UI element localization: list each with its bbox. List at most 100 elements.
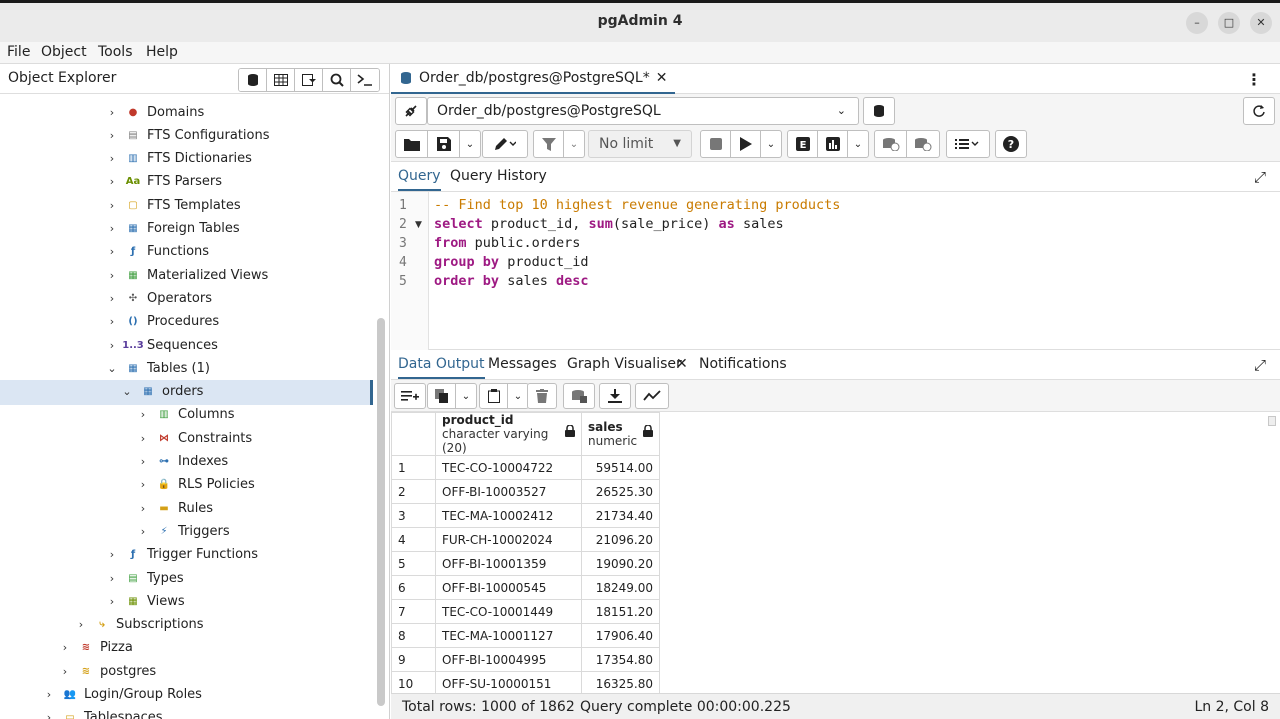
delete-icon[interactable] xyxy=(528,384,556,408)
chevron-right-icon[interactable]: › xyxy=(105,292,119,305)
open-file-icon[interactable] xyxy=(396,131,428,157)
tree-item[interactable]: › 👥 Login/Group Roles xyxy=(42,684,202,706)
tab-data-output[interactable]: Data Output xyxy=(398,350,485,379)
add-row-icon[interactable] xyxy=(395,384,425,408)
explain-options-chevron-icon[interactable]: ⌄ xyxy=(848,131,868,157)
sales-cell[interactable]: 21734.40 xyxy=(581,503,660,528)
chevron-right-icon[interactable]: › xyxy=(136,502,150,515)
tree-item[interactable]: › ⚡ Triggers xyxy=(136,520,230,542)
table-row[interactable]: 1 TEC-CO-10004722 59514.00 xyxy=(391,455,660,480)
psql-terminal-icon[interactable] xyxy=(351,69,379,91)
chevron-right-icon[interactable]: › xyxy=(136,478,150,491)
save-options-chevron-icon[interactable]: ⌄ xyxy=(460,131,480,157)
filter-icon[interactable] xyxy=(534,131,564,157)
explain-icon[interactable]: E xyxy=(788,131,818,157)
chevron-right-icon[interactable]: › xyxy=(42,688,56,701)
sales-cell[interactable]: 17354.80 xyxy=(581,647,660,672)
product-id-cell[interactable]: OFF-BI-10000545 xyxy=(435,575,582,600)
tree-item[interactable]: › ▥ FTS Dictionaries xyxy=(105,148,252,170)
chevron-down-icon[interactable]: ⌄ xyxy=(120,385,134,398)
table-row[interactable]: 3 TEC-MA-10002412 21734.40 xyxy=(391,503,660,528)
tree-item[interactable]: › ⋈ Constraints xyxy=(136,427,252,449)
graph-visualiser-icon[interactable] xyxy=(636,384,668,408)
chevron-right-icon[interactable]: › xyxy=(105,548,119,561)
paste-options-chevron-icon[interactable]: ⌄ xyxy=(508,384,528,408)
row-number-header[interactable] xyxy=(391,412,436,456)
tree-item[interactable]: › 🔒 RLS Policies xyxy=(136,474,255,496)
sales-cell[interactable]: 21096.20 xyxy=(581,527,660,552)
macros-icon[interactable] xyxy=(947,131,989,157)
row-number-cell[interactable]: 4 xyxy=(391,527,436,552)
product-id-cell[interactable]: OFF-BI-10004995 xyxy=(435,647,582,672)
row-number-cell[interactable]: 10 xyxy=(391,671,436,693)
table-row[interactable]: 8 TEC-MA-10001127 17906.40 xyxy=(391,623,660,648)
tab-query[interactable]: Query xyxy=(398,162,441,191)
download-icon[interactable] xyxy=(600,384,630,408)
tree-item[interactable]: › 1..3 Sequences xyxy=(105,334,218,356)
explain-analyze-icon[interactable] xyxy=(818,131,848,157)
search-icon[interactable] xyxy=(323,69,351,91)
tree-item[interactable]: › ▥ Columns xyxy=(136,404,235,426)
chevron-right-icon[interactable]: › xyxy=(58,665,72,678)
product-id-cell[interactable]: TEC-MA-10002412 xyxy=(435,503,582,528)
table-row[interactable]: 6 OFF-BI-10000545 18249.00 xyxy=(391,575,660,600)
rollback-icon[interactable] xyxy=(907,131,939,157)
tree-item[interactable]: › ▤ FTS Configurations xyxy=(105,124,270,146)
row-limit-select[interactable]: No limit ▼ xyxy=(588,130,692,158)
tree-item[interactable]: › ● Domains xyxy=(105,101,204,123)
chevron-right-icon[interactable]: › xyxy=(105,175,119,188)
more-options-icon[interactable]: ⋮ xyxy=(1246,70,1262,89)
grid-scrollbar[interactable] xyxy=(1268,416,1276,426)
menu-file[interactable]: File xyxy=(7,44,30,60)
chevron-right-icon[interactable]: › xyxy=(105,222,119,235)
chevron-down-icon[interactable]: ⌄ xyxy=(105,362,119,375)
connection-select[interactable]: Order_db/postgres@PostgreSQL ⌄ xyxy=(427,97,859,125)
chevron-right-icon[interactable]: › xyxy=(74,618,88,631)
close-graph-tab-icon[interactable]: ✕ xyxy=(676,350,688,379)
product-id-cell[interactable]: TEC-CO-10001449 xyxy=(435,599,582,624)
tab-graph-visualiser[interactable]: Graph Visualiser xyxy=(567,350,682,379)
tree-item[interactable]: › () Procedures xyxy=(105,311,219,333)
maximize-output-icon[interactable]: ⤢ xyxy=(1254,356,1266,374)
tree-item[interactable]: › ▤ Types xyxy=(105,567,184,589)
tree-item[interactable]: › ⊶ Indexes xyxy=(136,451,228,473)
tree-item[interactable]: › ▦ Views xyxy=(105,590,185,612)
tree-item[interactable]: › ▭ Tablespaces xyxy=(42,707,163,719)
row-number-cell[interactable]: 1 xyxy=(391,455,436,480)
tree-item[interactable]: › ▦ Materialized Views xyxy=(105,264,268,286)
new-connection-icon[interactable] xyxy=(863,97,895,125)
help-icon[interactable]: ? xyxy=(996,131,1026,157)
execute-options-chevron-icon[interactable]: ⌄ xyxy=(761,131,781,157)
tree-item[interactable]: › Aa FTS Parsers xyxy=(105,171,222,193)
menu-help[interactable]: Help xyxy=(146,44,178,60)
query-tool-icon[interactable] xyxy=(239,69,267,91)
table-row[interactable]: 5 OFF-BI-10001359 19090.20 xyxy=(391,551,660,576)
maximize-button[interactable]: □ xyxy=(1218,12,1240,34)
sales-cell[interactable]: 19090.20 xyxy=(581,551,660,576)
chevron-right-icon[interactable]: › xyxy=(105,269,119,282)
tab-messages[interactable]: Messages xyxy=(488,350,557,379)
chevron-right-icon[interactable]: › xyxy=(105,572,119,585)
chevron-right-icon[interactable]: › xyxy=(136,432,150,445)
column-header-product-id[interactable]: product_id character varying (20) xyxy=(435,412,582,456)
tree-item[interactable]: › ▢ FTS Templates xyxy=(105,194,241,216)
row-number-cell[interactable]: 7 xyxy=(391,599,436,624)
filter-options-chevron-icon[interactable]: ⌄ xyxy=(564,131,584,157)
chevron-right-icon[interactable]: › xyxy=(58,641,72,654)
chevron-right-icon[interactable]: › xyxy=(105,595,119,608)
row-number-cell[interactable]: 5 xyxy=(391,551,436,576)
sales-cell[interactable]: 18249.00 xyxy=(581,575,660,600)
row-number-cell[interactable]: 3 xyxy=(391,503,436,528)
chevron-right-icon[interactable]: › xyxy=(136,525,150,538)
refresh-icon[interactable] xyxy=(1243,97,1275,125)
table-row[interactable]: 7 TEC-CO-10001449 18151.20 xyxy=(391,599,660,624)
product-id-cell[interactable]: TEC-MA-10001127 xyxy=(435,623,582,648)
minimize-button[interactable]: – xyxy=(1186,12,1208,34)
tree-item[interactable]: ⌄ ▦ orders xyxy=(120,381,203,403)
sql-editor[interactable]: 1 2 ▼ 3 4 5 -- Find top 10 highest reven… xyxy=(391,192,1280,350)
view-data-icon[interactable] xyxy=(267,69,295,91)
tree-item[interactable]: ⌄ ▦ Tables (1) xyxy=(105,357,210,379)
row-number-cell[interactable]: 2 xyxy=(391,479,436,504)
chevron-right-icon[interactable]: › xyxy=(105,199,119,212)
maximize-panel-icon[interactable]: ⤢ xyxy=(1254,168,1266,186)
